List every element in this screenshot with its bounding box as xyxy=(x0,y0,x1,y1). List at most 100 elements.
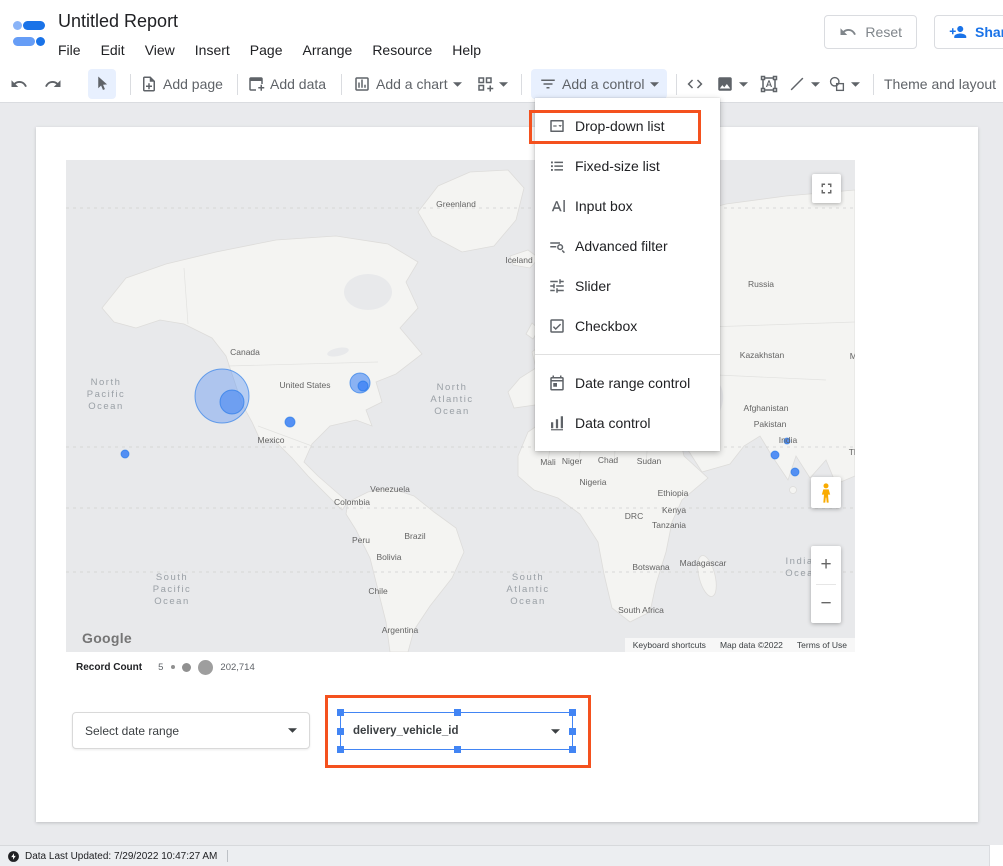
menu-insert[interactable]: Insert xyxy=(185,39,240,61)
code-icon xyxy=(686,75,704,93)
share-button[interactable]: Share xyxy=(934,15,1003,49)
bubble-size-legend: Record Count 5 202,714 xyxy=(76,658,255,676)
resize-handle[interactable] xyxy=(337,709,344,716)
chevron-down-icon xyxy=(739,82,748,87)
menu-help[interactable]: Help xyxy=(442,39,491,61)
chevron-down-icon xyxy=(288,728,297,733)
chevron-down-icon xyxy=(851,82,860,87)
map-bubble xyxy=(121,450,129,458)
map-bubble xyxy=(784,438,790,444)
toolbar: Add page Add data Add a chart Add a cont… xyxy=(0,66,1003,103)
menu-edit[interactable]: Edit xyxy=(91,39,135,61)
menu-arrange[interactable]: Arrange xyxy=(293,39,363,61)
embed-url-button[interactable] xyxy=(686,69,704,99)
chevron-down-icon xyxy=(551,729,560,734)
filter-list-icon xyxy=(539,75,557,93)
resize-handle[interactable] xyxy=(337,728,344,735)
resize-handle[interactable] xyxy=(337,746,344,753)
menu-file[interactable]: File xyxy=(48,39,91,61)
add-data-button[interactable]: Add data xyxy=(247,69,326,99)
chevron-down-icon xyxy=(499,82,508,87)
map-bubble xyxy=(791,468,799,476)
fixed-size-list-icon xyxy=(548,157,566,175)
dropdown-list-icon xyxy=(548,117,566,135)
add-chart-button[interactable]: Add a chart xyxy=(353,69,462,99)
add-control-menu: Drop-down list Fixed-size list Input box Ad… xyxy=(535,98,720,451)
date-range-label: Select date range xyxy=(85,724,179,738)
data-freshness-icon[interactable] xyxy=(7,850,20,863)
pegman-icon xyxy=(816,482,836,504)
menu-item-input-box[interactable]: Input box xyxy=(535,186,720,226)
world-map xyxy=(66,160,855,652)
theme-and-layout-button[interactable]: Theme and layout xyxy=(884,69,996,99)
chevron-down-icon xyxy=(453,82,462,87)
resize-handle[interactable] xyxy=(569,709,576,716)
shape-tool-icon xyxy=(828,75,846,93)
legend-dot-medium xyxy=(182,663,191,672)
reset-button[interactable]: Reset xyxy=(824,15,917,49)
map-bubble xyxy=(285,417,295,427)
legend-max-value: 202,714 xyxy=(220,662,254,673)
field-control-label: delivery_vehicle_id xyxy=(353,725,458,737)
menu-item-label: Fixed-size list xyxy=(575,158,660,174)
zoom-out-button[interactable]: − xyxy=(811,585,841,623)
date-range-control[interactable]: Select date range xyxy=(72,712,310,749)
menu-item-label: Slider xyxy=(575,278,611,294)
report-page[interactable]: GreenlandIcelandCanadaUnited StatesMexic… xyxy=(36,127,978,822)
menu-item-slider[interactable]: Slider xyxy=(535,266,720,306)
menu-page[interactable]: Page xyxy=(240,39,293,61)
map-bubble xyxy=(220,390,244,414)
menu-item-label: Advanced filter xyxy=(575,238,668,254)
map-fullscreen-button[interactable] xyxy=(812,174,841,203)
resize-handle[interactable] xyxy=(569,728,576,735)
advanced-filter-icon xyxy=(548,237,566,255)
legend-dot-large xyxy=(198,660,213,675)
undo-button[interactable] xyxy=(10,69,28,99)
report-title[interactable]: Untitled Report xyxy=(58,11,178,32)
resize-handle[interactable] xyxy=(454,709,461,716)
menu-resource[interactable]: Resource xyxy=(362,39,442,61)
add-control-button[interactable]: Add a control xyxy=(531,69,667,99)
menu-item-label: Date range control xyxy=(575,375,690,391)
community-visualizations-button[interactable] xyxy=(476,69,508,99)
line-button[interactable] xyxy=(788,69,820,99)
menu-item-checkbox[interactable]: Checkbox xyxy=(535,306,720,346)
text-button[interactable] xyxy=(760,69,778,99)
redo-button[interactable] xyxy=(44,69,62,99)
toolbar-divider xyxy=(237,74,238,95)
menu-item-drop-down-list[interactable]: Drop-down list xyxy=(535,106,720,146)
bubble-map-chart[interactable]: GreenlandIcelandCanadaUnited StatesMexic… xyxy=(66,160,855,652)
shape-button[interactable] xyxy=(828,69,860,99)
slider-icon xyxy=(548,277,566,295)
add-page-button[interactable]: Add page xyxy=(140,69,223,99)
map-bubble xyxy=(358,381,368,391)
data-last-updated-text: Data Last Updated: 7/29/2022 10:47:27 AM xyxy=(25,851,217,862)
menu-view[interactable]: View xyxy=(135,39,185,61)
image-button[interactable] xyxy=(716,69,748,99)
menu-item-data-control[interactable]: Data control xyxy=(535,403,720,443)
data-studio-logo-icon[interactable] xyxy=(10,15,48,53)
resize-handle[interactable] xyxy=(569,746,576,753)
dropdown-control-delivery-vehicle-id[interactable]: delivery_vehicle_id xyxy=(340,712,573,750)
toolbar-divider xyxy=(676,74,677,95)
menu-item-advanced-filter[interactable]: Advanced filter xyxy=(535,226,720,266)
resize-handle[interactable] xyxy=(454,746,461,753)
legend-min-value: 5 xyxy=(158,662,163,673)
keyboard-shortcuts-link[interactable]: Keyboard shortcuts xyxy=(633,640,706,650)
toolbar-divider xyxy=(130,74,131,95)
zoom-in-button[interactable]: + xyxy=(811,546,841,584)
chevron-down-icon xyxy=(650,82,659,87)
menu-item-date-range-control[interactable]: Date range control xyxy=(535,363,720,403)
fullscreen-icon xyxy=(818,180,835,197)
input-box-icon xyxy=(548,197,566,215)
terms-of-use-link[interactable]: Terms of Use xyxy=(797,640,847,650)
menubar: File Edit View Insert Page Arrange Resou… xyxy=(48,39,491,61)
data-control-icon xyxy=(548,414,566,432)
menu-item-fixed-size-list[interactable]: Fixed-size list xyxy=(535,146,720,186)
select-tool-button[interactable] xyxy=(88,69,116,99)
pegman-button[interactable] xyxy=(811,477,841,508)
map-zoom-control: + − xyxy=(811,546,841,623)
toolbar-divider xyxy=(873,74,874,95)
add-data-icon xyxy=(247,75,265,93)
canvas: GreenlandIcelandCanadaUnited StatesMexic… xyxy=(0,103,1003,845)
